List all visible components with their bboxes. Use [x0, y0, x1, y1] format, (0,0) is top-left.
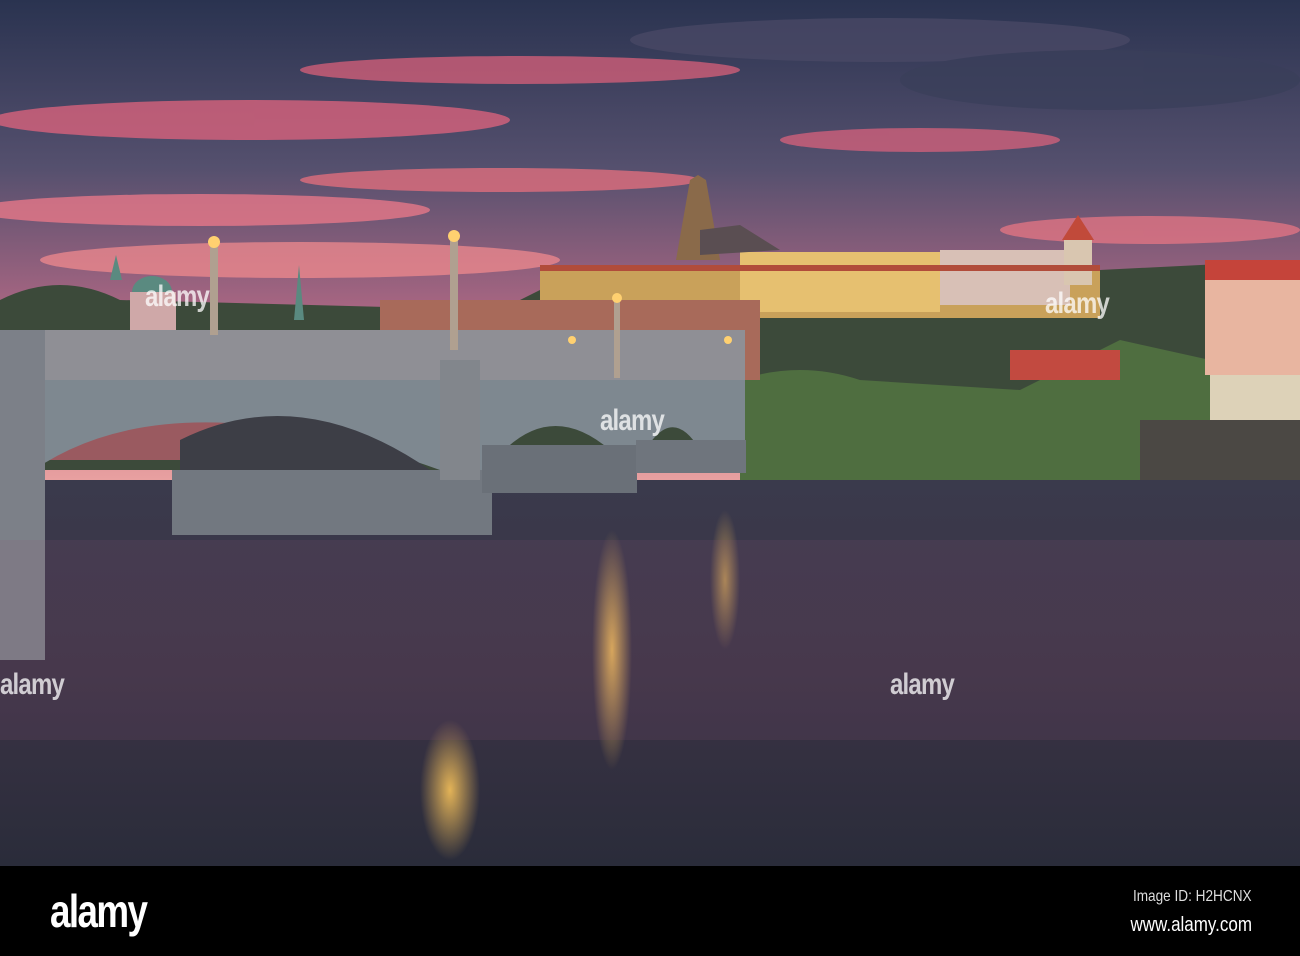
stock-photo-page: alamy alamy alamy alamy alamy alamy Imag…: [0, 0, 1300, 956]
alamy-logo: alamy: [50, 885, 148, 937]
watermark-left: alamy: [0, 668, 65, 701]
image-id: Image ID: H2HCNX: [1133, 888, 1252, 905]
footer-bar: alamy Image ID: H2HCNX www.alamy.com: [0, 866, 1300, 956]
watermark-center: alamy: [600, 404, 665, 437]
prague-photo: alamy alamy alamy alamy alamy: [0, 0, 1300, 866]
watermark-top-right: alamy: [1045, 287, 1110, 320]
website-link[interactable]: www.alamy.com: [1130, 914, 1252, 937]
watermark-top-left: alamy: [145, 280, 210, 313]
watermark-right: alamy: [890, 668, 955, 701]
